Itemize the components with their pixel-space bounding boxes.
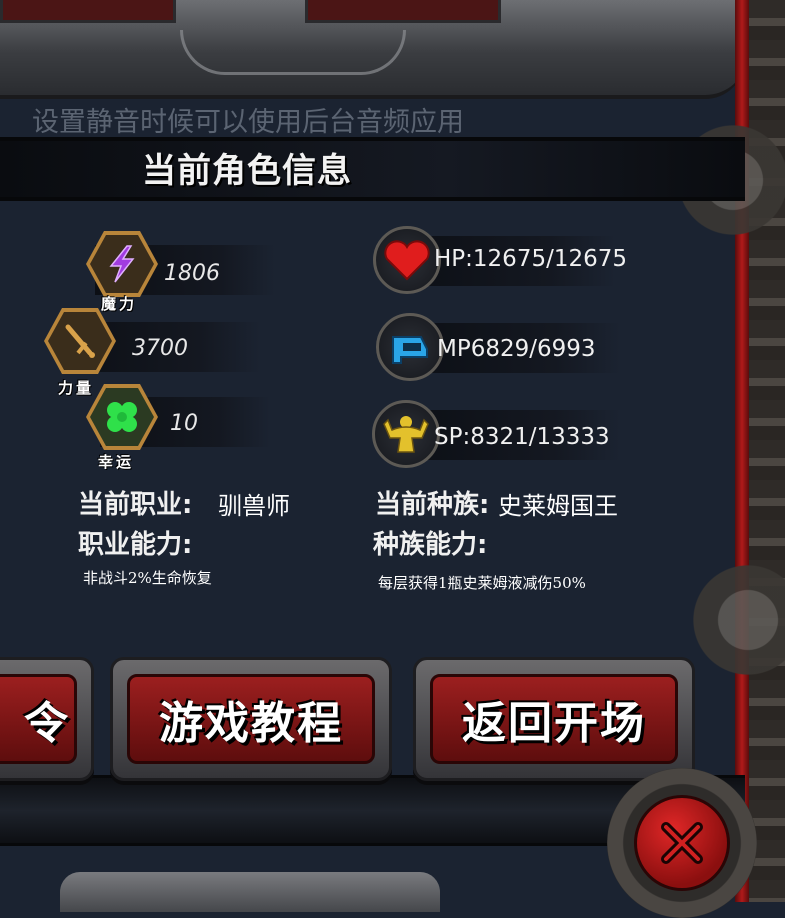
top-slot-left xyxy=(0,0,176,23)
luck-value: 10 xyxy=(170,411,198,436)
return-button-label: 返回开场 xyxy=(462,698,646,749)
hp-text: HP:12675/12675 xyxy=(434,246,627,272)
top-ornament xyxy=(180,30,406,75)
race-label: 当前种族: xyxy=(375,490,490,520)
profession-label: 当前职业: xyxy=(78,490,193,520)
close-button[interactable] xyxy=(607,768,757,918)
tutorial-button-label: 游戏教程 xyxy=(159,698,343,749)
clover-icon xyxy=(107,402,137,432)
bottom-ornament xyxy=(60,872,440,912)
mute-hint-text: 设置静音时候可以使用后台音频应用 xyxy=(32,107,464,138)
mana-icon xyxy=(392,336,428,364)
hp-badge xyxy=(373,226,441,294)
strength-caption: 力量 xyxy=(58,379,95,397)
magic-value: 1806 xyxy=(164,261,220,286)
magic-caption: 魔力 xyxy=(101,295,138,313)
return-button[interactable]: 返回开场 xyxy=(413,657,695,781)
sp-badge xyxy=(372,400,440,468)
strength-value: 3700 xyxy=(132,336,188,361)
lightning-icon xyxy=(109,245,135,283)
muscle-icon xyxy=(383,416,429,453)
profession-value: 驯兽师 xyxy=(218,492,290,520)
race-ability-label: 种族能力: xyxy=(373,530,488,560)
panel-title: 当前角色信息 xyxy=(142,151,352,191)
heart-icon xyxy=(384,240,430,281)
tutorial-button[interactable]: 游戏教程 xyxy=(110,657,392,781)
profession-ability-text: 非战斗2%生命恢复 xyxy=(83,569,212,587)
partial-command-button[interactable]: 令 xyxy=(0,657,94,781)
partial-command-label: 令 xyxy=(24,698,70,749)
sword-icon xyxy=(65,324,95,358)
sp-text: SP:8321/13333 xyxy=(434,424,610,450)
top-slot-right xyxy=(305,0,501,23)
race-value: 史莱姆国王 xyxy=(498,492,618,520)
close-icon xyxy=(661,822,703,864)
title-bar xyxy=(0,137,745,201)
luck-caption: 幸运 xyxy=(98,453,135,471)
mp-badge xyxy=(376,313,444,381)
profession-ability-label: 职业能力: xyxy=(78,530,193,560)
race-ability-text: 每层获得1瓶史莱姆液减伤50% xyxy=(378,574,586,592)
mp-text: MP6829/6993 xyxy=(437,336,596,362)
